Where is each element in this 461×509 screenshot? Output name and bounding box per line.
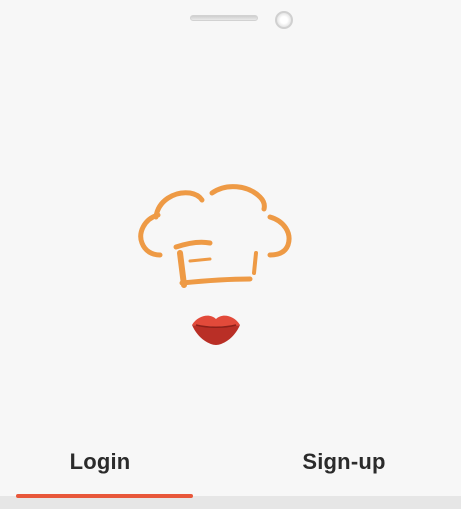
speaker-grille [190,15,258,21]
tab-login[interactable]: Login [0,442,200,482]
front-camera [275,11,293,29]
active-tab-indicator [16,494,193,498]
app-logo [130,175,300,355]
phone-notch [0,0,461,40]
auth-tab-bar: Login Sign-up [0,432,461,509]
tab-signup[interactable]: Sign-up [244,442,444,482]
lips-icon [192,315,240,345]
chef-hat-icon [138,184,292,288]
login-screen: Login Sign-up [0,0,461,509]
